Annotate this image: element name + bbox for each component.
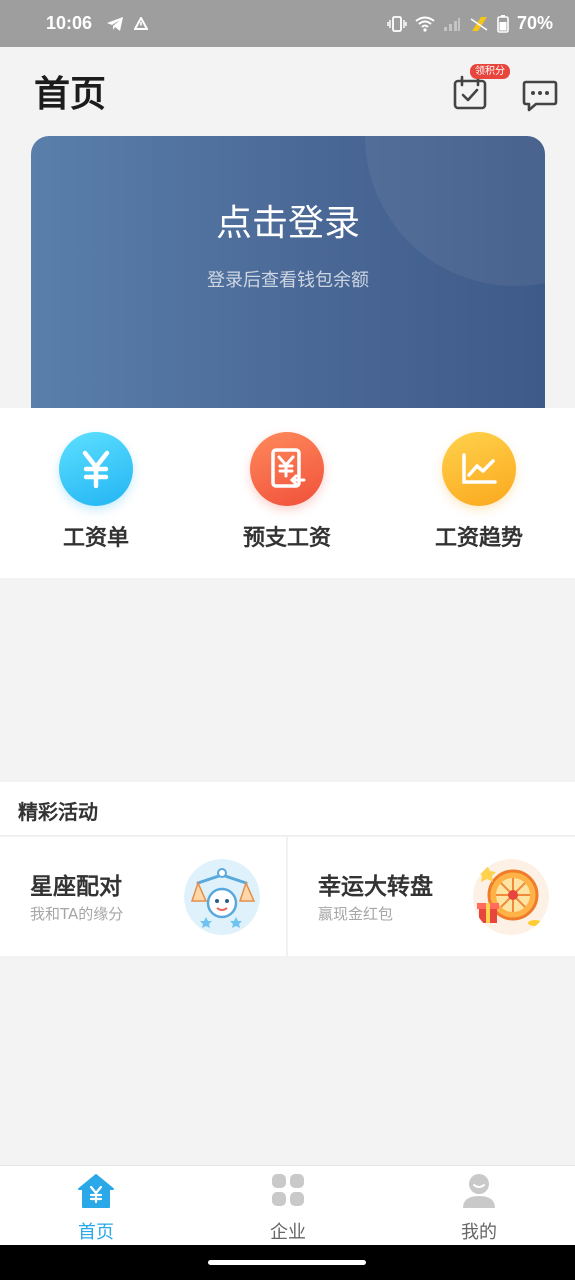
yuan-icon <box>59 432 133 506</box>
profile-icon <box>463 1174 495 1208</box>
feature-payslip[interactable]: 工资单 <box>26 432 166 552</box>
feature-label: 预支工资 <box>242 526 331 551</box>
feature-salary-trend[interactable]: 工资趋势 <box>409 432 549 552</box>
battery-percent: 70% <box>516 13 553 33</box>
login-card[interactable]: 点击登录 登录后查看钱包余额 <box>31 136 545 408</box>
lucky-wheel-icon <box>473 859 549 935</box>
feature-label: 工资趋势 <box>434 526 523 551</box>
activity-title: 幸运大转盘 <box>318 874 433 900</box>
bottom-nav: 首页 企业 我的 <box>0 1165 575 1245</box>
login-title: 点击登录 <box>215 203 360 244</box>
status-bar: 10:06 70% <box>0 0 575 47</box>
feature-row: 工资单 预支工资 工资趋势 <box>0 408 575 578</box>
enterprise-grid-icon <box>272 1174 304 1206</box>
feature-label: 工资单 <box>62 526 129 551</box>
gesture-bar <box>0 1245 575 1280</box>
activity-subtitle: 我和TA的缘分 <box>30 905 124 923</box>
battery-icon <box>497 14 509 33</box>
home-gesture-handle[interactable] <box>208 1260 366 1265</box>
signal-icon <box>443 17 460 31</box>
telegram-icon <box>107 16 124 31</box>
home-icon <box>78 1174 114 1208</box>
status-time: 10:06 <box>46 13 93 33</box>
message-icon[interactable] <box>522 79 558 113</box>
activity-subtitle: 赢现金红包 <box>318 905 394 923</box>
activity-zodiac-match[interactable]: 星座配对 我和TA的缘分 <box>0 837 287 956</box>
app-header: 首页 领积分 <box>0 47 575 137</box>
vibrate-icon <box>387 15 407 32</box>
activities-title: 精彩活动 <box>18 800 98 824</box>
alert-triangle-icon <box>134 17 149 30</box>
activity-lucky-wheel[interactable]: 幸运大转盘 赢现金红包 <box>288 837 575 956</box>
nav-label: 企业 <box>270 1222 306 1243</box>
nav-home[interactable]: 首页 <box>46 1172 146 1244</box>
nav-label: 我的 <box>461 1222 497 1243</box>
no-sim-icon <box>470 16 488 31</box>
activity-title: 星座配对 <box>30 874 122 900</box>
activities-header: 精彩活动 <box>0 782 575 836</box>
wifi-icon <box>415 16 435 32</box>
nav-mine[interactable]: 我的 <box>429 1172 529 1244</box>
login-subtitle: 登录后查看钱包余额 <box>207 270 369 291</box>
nav-enterprise[interactable]: 企业 <box>238 1172 338 1244</box>
points-badge[interactable]: 领积分 <box>470 64 510 79</box>
advance-pay-icon <box>250 432 324 506</box>
zodiac-libra-icon <box>184 859 260 935</box>
feature-advance-pay[interactable]: 预支工资 <box>217 432 357 552</box>
page-title: 首页 <box>34 74 107 115</box>
nav-label: 首页 <box>78 1222 114 1243</box>
calendar-checkin-icon[interactable] <box>452 75 488 111</box>
trend-chart-icon <box>442 432 516 506</box>
